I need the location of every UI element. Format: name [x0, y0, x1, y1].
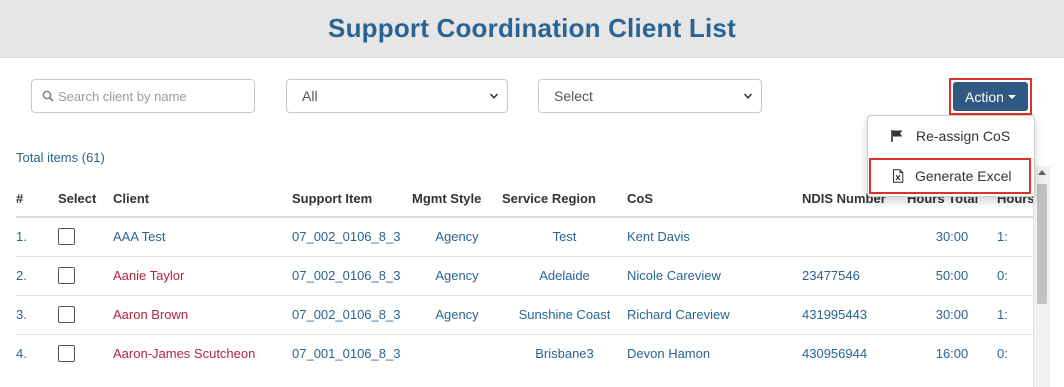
action-dropdown-menu: Re-assign CoS Generate Excel — [867, 115, 1035, 197]
menu-item-generate-excel[interactable]: Generate Excel — [869, 158, 1031, 194]
service-region-cell: Sunshine Coast — [502, 294, 627, 334]
flag-icon — [890, 129, 904, 143]
row-select-cell — [58, 294, 113, 334]
excel-file-icon — [891, 169, 905, 183]
scroll-thumb[interactable] — [1037, 184, 1047, 304]
row-select-checkbox[interactable] — [58, 267, 75, 285]
ndis-number-cell: 431995443 — [802, 294, 907, 334]
support-item-link[interactable]: 07_001_0106_8_3 — [292, 333, 412, 373]
table-row: 1. AAA Test 07_002_0106_8_3 Agency Test … — [16, 216, 1047, 256]
chevron-down-icon — [489, 93, 499, 99]
search-client-box[interactable] — [31, 79, 255, 113]
caret-down-icon — [1007, 94, 1016, 99]
search-icon — [42, 90, 54, 102]
client-table: # Select Client Support Item Mgmt Style … — [16, 181, 1047, 373]
client-name-link[interactable]: AAA Test — [113, 216, 292, 256]
table-row: 4. Aaron-James Scutcheon 07_001_0106_8_3… — [16, 333, 1047, 373]
hours-total-cell: 50:00 — [907, 255, 997, 295]
cos-cell: Kent Davis — [627, 216, 802, 256]
mgmt-style-cell: Agency — [412, 255, 502, 295]
region-filter-select[interactable]: Select — [538, 79, 762, 113]
cos-cell: Nicole Careview — [627, 255, 802, 295]
menu-item-label: Re-assign CoS — [916, 128, 1011, 144]
hours-total-cell: 30:00 — [907, 216, 997, 256]
support-item-link[interactable]: 07_002_0106_8_3 — [292, 216, 412, 256]
service-region-cell: Test — [502, 216, 627, 256]
column-header-select: Select — [58, 181, 113, 218]
cos-cell: Devon Hamon — [627, 333, 802, 373]
row-select-cell — [58, 216, 113, 256]
status-filter-value: All — [302, 88, 318, 104]
cos-cell: Richard Careview — [627, 294, 802, 334]
column-header-service-region[interactable]: Service Region — [502, 181, 627, 218]
column-header-client[interactable]: Client — [113, 181, 292, 218]
service-region-cell: Adelaide — [502, 255, 627, 295]
hours-total-cell: 16:00 — [907, 333, 997, 373]
scroll-up-arrow-icon[interactable] — [1038, 170, 1046, 175]
table-row: 2. Aanie Taylor 07_002_0106_8_3 Agency A… — [16, 255, 1047, 295]
support-item-link[interactable]: 07_002_0106_8_3 — [292, 255, 412, 295]
table-scrollbar[interactable] — [1033, 166, 1050, 387]
row-number: 3. — [16, 294, 58, 334]
ndis-number-cell: 23477546 — [802, 255, 907, 295]
ndis-number-cell: 430956944 — [802, 333, 907, 373]
chevron-down-icon — [743, 93, 753, 99]
row-select-cell — [58, 255, 113, 295]
mgmt-style-cell: Agency — [412, 294, 502, 334]
row-select-checkbox[interactable] — [58, 228, 75, 246]
hours-total-cell: 30:00 — [907, 294, 997, 334]
row-number: 2. — [16, 255, 58, 295]
row-number: 1. — [16, 216, 58, 256]
status-filter-select[interactable]: All — [286, 79, 508, 113]
column-header-number: # — [16, 181, 58, 218]
action-button-highlight: Action — [949, 78, 1032, 115]
action-button[interactable]: Action — [953, 82, 1028, 111]
mgmt-style-cell: Agency — [412, 216, 502, 256]
row-select-cell — [58, 333, 113, 373]
region-filter-value: Select — [554, 88, 593, 104]
action-button-label: Action — [965, 88, 1004, 105]
mgmt-style-cell — [412, 333, 502, 373]
page-title: Support Coordination Client List — [328, 13, 736, 43]
client-name-link[interactable]: Aaron Brown — [113, 294, 292, 334]
column-header-support-item[interactable]: Support Item — [292, 181, 412, 218]
table-row: 3. Aaron Brown 07_002_0106_8_3 Agency Su… — [16, 294, 1047, 334]
support-item-link[interactable]: 07_002_0106_8_3 — [292, 294, 412, 334]
row-number: 4. — [16, 333, 58, 373]
menu-item-reassign-cos[interactable]: Re-assign CoS — [868, 119, 1034, 153]
menu-item-label: Generate Excel — [915, 168, 1012, 184]
client-name-link[interactable]: Aanie Taylor — [113, 255, 292, 295]
row-select-checkbox[interactable] — [58, 345, 75, 363]
column-header-mgmt-style[interactable]: Mgmt Style — [412, 181, 502, 218]
row-select-checkbox[interactable] — [58, 306, 75, 324]
service-region-cell: Brisbane3 — [502, 333, 627, 373]
total-items-label: Total items (61) — [16, 150, 105, 165]
client-name-link[interactable]: Aaron-James Scutcheon — [113, 333, 292, 373]
page-header: Support Coordination Client List — [0, 0, 1064, 58]
ndis-number-cell — [802, 216, 907, 256]
search-client-input[interactable] — [58, 88, 238, 104]
column-header-cos[interactable]: CoS — [627, 181, 802, 218]
